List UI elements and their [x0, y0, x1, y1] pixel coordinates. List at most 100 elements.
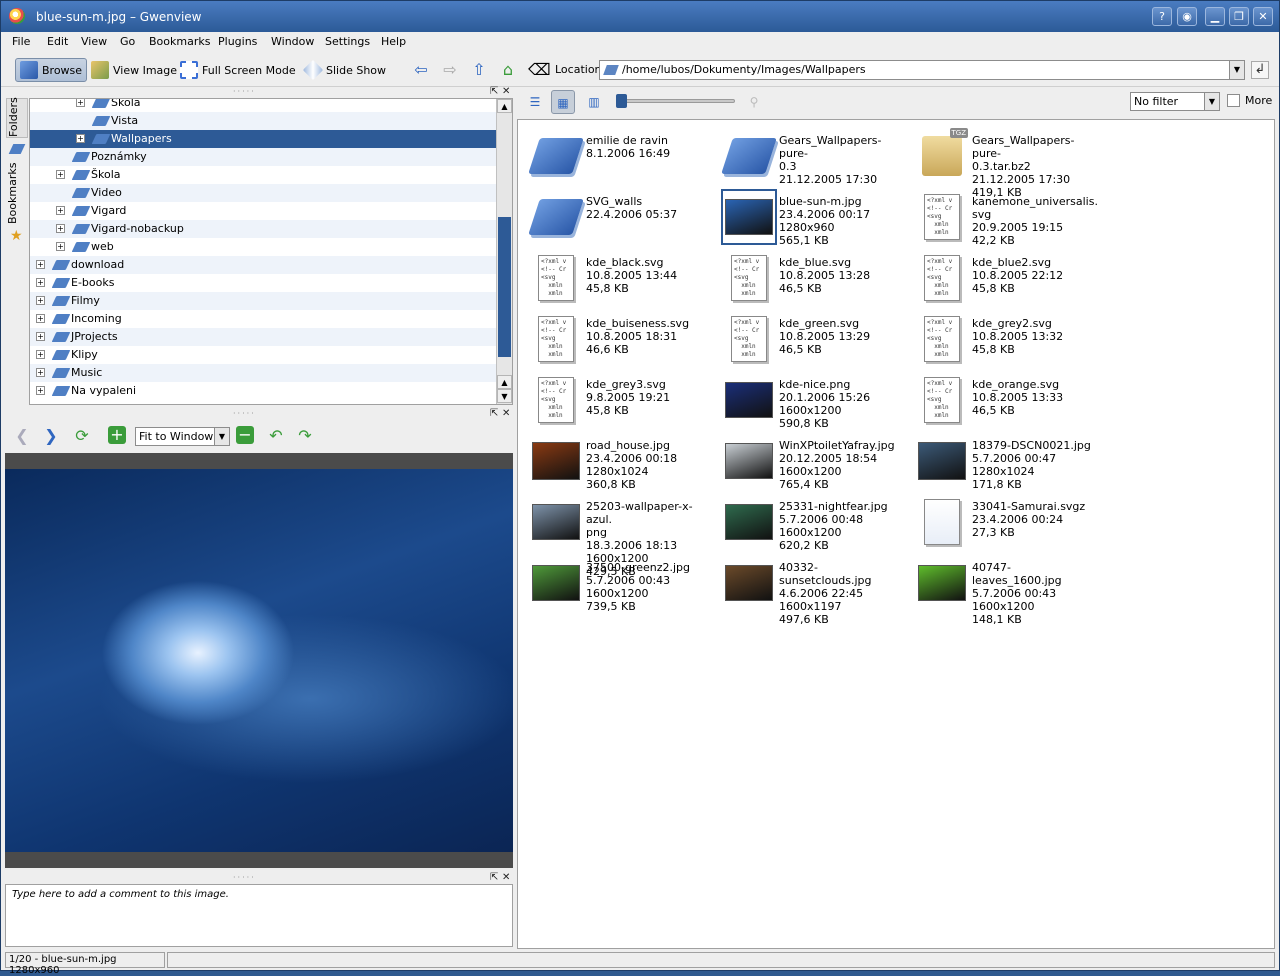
file-item[interactable]: <?xml v <!-- Cr <svg xmln xmln kde_grey2.…	[908, 307, 1098, 365]
expand-icon[interactable]: +	[56, 242, 65, 251]
zoom-mode-select[interactable]: Fit to Window ▼	[135, 427, 230, 446]
maximize-button[interactable]: ❐	[1229, 7, 1249, 26]
file-thumbnail[interactable]	[914, 494, 970, 550]
file-thumbnail[interactable]	[528, 128, 584, 184]
chevron-down-icon[interactable]: ▼	[214, 428, 229, 445]
file-item[interactable]: <?xml v <!-- Cr <svg xmln xmln kanemone_u…	[908, 185, 1098, 247]
expand-icon[interactable]: +	[76, 134, 85, 143]
file-item[interactable]: kde-nice.png 20.1.2006 15:26 1600x1200 590,…	[715, 368, 905, 430]
file-thumbnail[interactable]: <?xml v <!-- Cr <svg xmln xmln	[528, 250, 584, 306]
file-thumbnail[interactable]	[721, 189, 777, 245]
menu-window[interactable]: Window	[271, 35, 314, 48]
menu-edit[interactable]: Edit	[47, 35, 68, 48]
file-item[interactable]: <?xml v <!-- Cr <svg xmln xmln kde_orange…	[908, 368, 1098, 426]
file-item[interactable]: emilie de ravin 8.1.2006 16:49	[522, 124, 712, 182]
file-thumbnail[interactable]	[528, 189, 584, 245]
file-item[interactable]: 18379-DSCN0021.jpg 5.7.2006 00:47 1280x102…	[908, 429, 1098, 491]
checkbox-box[interactable]	[1227, 94, 1240, 107]
go-icon[interactable]: ↲	[1251, 61, 1269, 79]
file-item[interactable]: SVG_walls 22.4.2006 05:37	[522, 185, 712, 243]
scroll-down-icon[interactable]: ▼	[497, 389, 512, 403]
file-item[interactable]: WinXPtoiletYafray.jpg 20.12.2005 18:54 160…	[715, 429, 905, 491]
back-arrow-icon[interactable]: ⇦	[411, 60, 431, 80]
expand-icon[interactable]: +	[36, 332, 45, 341]
file-item[interactable]: 25203-wallpaper-x-azul. png 18.3.2006 18:…	[522, 490, 712, 578]
file-thumbnail[interactable]: <?xml v <!-- Cr <svg xmln xmln	[528, 372, 584, 428]
file-item[interactable]: <?xml v <!-- Cr <svg xmln xmln kde_buisen…	[522, 307, 712, 365]
file-thumbnail[interactable]: <?xml v <!-- Cr <svg xmln xmln	[528, 311, 584, 367]
expand-icon[interactable]: +	[76, 99, 85, 107]
full-screen-button[interactable]: Full Screen Mode	[176, 58, 300, 82]
tree-item[interactable]: + Vigard-nobackup	[30, 220, 496, 238]
tree-item[interactable]: + Na vypaleni	[30, 382, 496, 400]
tree-item[interactable]: + Music	[30, 364, 496, 382]
tree-item[interactable]: + Škola	[30, 166, 496, 184]
file-thumbnail[interactable]	[914, 128, 970, 184]
thumbnail-size-slider[interactable]	[623, 99, 735, 103]
undock-icon[interactable]: ⇱	[490, 86, 498, 97]
chevron-down-icon[interactable]: ▼	[1204, 93, 1219, 110]
file-thumbnail[interactable]	[914, 433, 970, 489]
zoom-out-icon[interactable]: −	[236, 426, 254, 444]
undock-icon[interactable]: ⇱	[490, 408, 498, 419]
menu-plugins[interactable]: Plugins	[218, 35, 257, 48]
folder-tree[interactable]: + Škola Vista + Wallpapers Poznámky + Škola Vide…	[29, 98, 513, 405]
tree-item[interactable]: Video	[30, 184, 496, 202]
scroll-up-icon[interactable]: ▲	[497, 375, 512, 389]
tree-item[interactable]: Poznámky	[30, 148, 496, 166]
tree-item[interactable]: + Filmy	[30, 292, 496, 310]
tree-item[interactable]: + web	[30, 238, 496, 256]
close-panel-icon[interactable]: ✕	[502, 872, 510, 883]
file-item[interactable]: <?xml v <!-- Cr <svg xmln xmln kde_green.…	[715, 307, 905, 365]
up-arrow-icon[interactable]: ⇧	[469, 60, 489, 80]
file-thumbnail[interactable]: <?xml v <!-- Cr <svg xmln xmln	[914, 250, 970, 306]
thumbnail-view-icon[interactable]: ▦	[551, 90, 575, 114]
file-thumbnail[interactable]	[528, 494, 584, 550]
tree-item[interactable]: + Vigard	[30, 202, 496, 220]
previous-image-icon[interactable]: ❮	[12, 426, 32, 446]
file-item[interactable]: 25331-nightfear.jpg 5.7.2006 00:48 1600x12…	[715, 490, 905, 552]
file-item[interactable]: <?xml v <!-- Cr <svg xmln xmln kde_black.…	[522, 246, 712, 304]
menu-settings[interactable]: Settings	[325, 35, 370, 48]
file-thumbnail[interactable]	[914, 555, 970, 611]
rotate-right-icon[interactable]: ↷	[295, 426, 315, 446]
file-thumbnail[interactable]	[721, 433, 777, 489]
close-panel-icon[interactable]: ✕	[502, 408, 510, 419]
tree-item[interactable]: + Klipy	[30, 346, 496, 364]
scroll-up-icon[interactable]: ▲	[497, 99, 512, 113]
file-thumbnail[interactable]: <?xml v <!-- Cr <svg xmln xmln	[721, 311, 777, 367]
menu-bookmarks[interactable]: Bookmarks	[149, 35, 210, 48]
expand-icon[interactable]: +	[36, 386, 45, 395]
file-thumbnail[interactable]	[721, 128, 777, 184]
filter-select[interactable]: No filter ▼	[1130, 92, 1220, 111]
tree-item[interactable]: + download	[30, 256, 496, 274]
view-image-button[interactable]: View Image	[87, 58, 181, 82]
file-item[interactable]: 37500-greenz2.jpg 5.7.2006 00:43 1600x1200…	[522, 551, 712, 613]
menu-help[interactable]: Help	[381, 35, 406, 48]
slider-handle[interactable]	[616, 94, 627, 108]
close-button[interactable]: ✕	[1253, 7, 1273, 26]
close-panel-icon[interactable]: ✕	[502, 86, 510, 97]
location-input[interactable]: /home/lubos/Dokumenty/Images/Wallpapers …	[599, 60, 1245, 80]
file-item[interactable]: <?xml v <!-- Cr <svg xmln xmln kde_blue2.…	[908, 246, 1098, 304]
next-image-icon[interactable]: ❯	[41, 426, 61, 446]
reload-icon[interactable]: ⟳	[72, 426, 92, 446]
forward-arrow-icon[interactable]: ⇨	[440, 60, 460, 80]
menu-file[interactable]: File	[12, 35, 30, 48]
file-thumbnail[interactable]	[528, 555, 584, 611]
details-view-icon[interactable]: ☰	[523, 90, 547, 114]
tree-item[interactable]: + Škola	[30, 99, 496, 112]
tab-bookmarks[interactable]: Bookmarks	[6, 162, 28, 224]
sticky-icon[interactable]: ◉	[1177, 7, 1197, 26]
tree-item[interactable]: + Incoming	[30, 310, 496, 328]
tree-item[interactable]: + JProjects	[30, 328, 496, 346]
expand-icon[interactable]: +	[56, 170, 65, 179]
menu-go[interactable]: Go	[120, 35, 135, 48]
file-item[interactable]: road_house.jpg 23.4.2006 00:18 1280x1024 36…	[522, 429, 712, 491]
file-thumbnail[interactable]	[721, 372, 777, 428]
tab-folders[interactable]: Folders	[6, 97, 28, 138]
undock-icon[interactable]: ⇱	[490, 872, 498, 883]
home-icon[interactable]: ⌂	[498, 60, 518, 80]
rotate-left-icon[interactable]: ↶	[266, 426, 286, 446]
file-thumbnail[interactable]: <?xml v <!-- Cr <svg xmln xmln	[721, 250, 777, 306]
